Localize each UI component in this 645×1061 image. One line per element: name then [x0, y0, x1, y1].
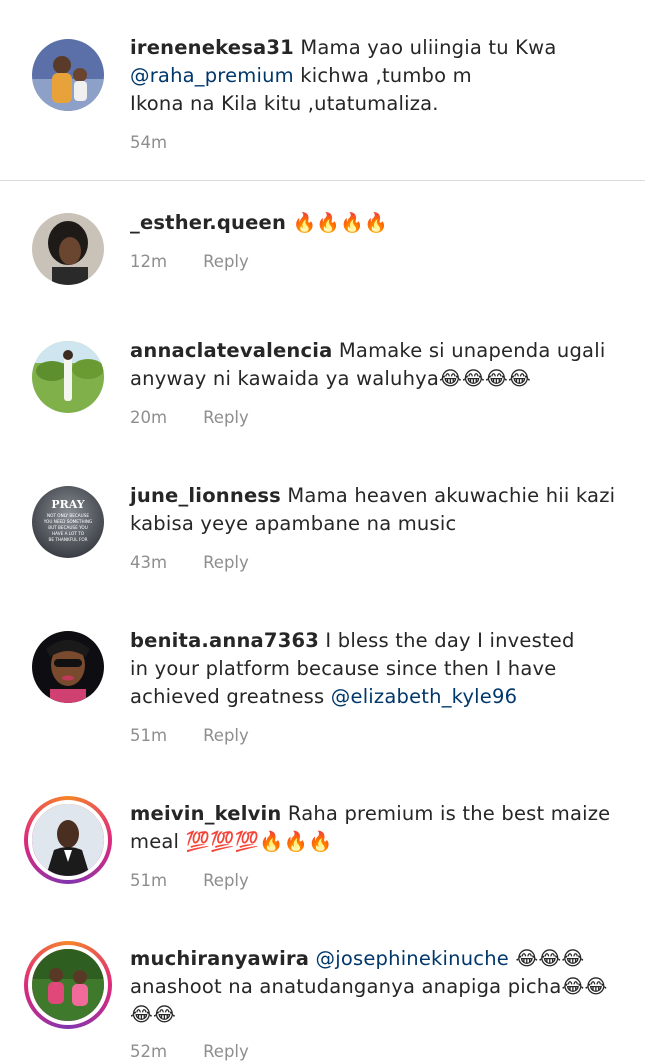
comment-text: irenenekesa31 Mama yao uliingia tu Kwa @…: [130, 34, 625, 118]
mention-link[interactable]: @josephinekinuche: [316, 947, 509, 970]
avatar-caption: BUT BECAUSE YOU: [48, 525, 88, 530]
avatar[interactable]: PRAY NOT ONLY BECAUSE YOU NEED SOMETHING…: [32, 486, 104, 558]
avatar-caption: NOT ONLY BECAUSE: [47, 513, 89, 518]
username-link[interactable]: meivin_kelvin: [130, 802, 282, 825]
reply-button[interactable]: Reply: [203, 871, 249, 890]
timestamp: 51m: [130, 871, 168, 890]
reply-button[interactable]: Reply: [203, 408, 249, 427]
comment-body: 🔥🔥🔥🔥: [292, 212, 388, 234]
comment-meta: 54m: [130, 133, 167, 152]
comment-text: _esther.queen 🔥🔥🔥🔥: [130, 209, 625, 237]
mention-link[interactable]: @elizabeth_kyle96: [331, 685, 517, 708]
comment-meta: 51m Reply: [130, 871, 249, 890]
timestamp: 43m: [130, 553, 168, 572]
comment-meta: 43m Reply: [130, 553, 249, 572]
comment-meta: 51m Reply: [130, 726, 249, 745]
avatar-story-ring[interactable]: [24, 941, 112, 1029]
mention-link[interactable]: @raha_premium: [130, 64, 294, 87]
avatar[interactable]: [32, 341, 104, 413]
username-link[interactable]: annaclatevalencia: [130, 339, 333, 362]
avatar-caption: HAVE A LOT TO: [52, 531, 85, 536]
avatar: [28, 800, 108, 880]
username-link[interactable]: _esther.queen: [130, 211, 286, 234]
comment-text: benita.anna7363 I bless the day I invest…: [130, 627, 625, 711]
comment-body: Mama yao uliingia tu Kwa: [300, 36, 557, 59]
divider: [0, 180, 645, 181]
comment-meta: 20m Reply: [130, 408, 249, 427]
username-link[interactable]: benita.anna7363: [130, 629, 319, 652]
comment-text: muchiranyawira @josephinekinuche 😂😂😂 ana…: [130, 945, 625, 1029]
avatar-caption: BE THANKFUL FOR: [48, 537, 87, 542]
timestamp: 12m: [130, 252, 168, 271]
timestamp: 54m: [130, 133, 168, 152]
avatar-caption: PRAY: [51, 498, 84, 511]
timestamp: 20m: [130, 408, 168, 427]
username-link[interactable]: june_lionness: [130, 484, 281, 507]
username-link[interactable]: irenenekesa31: [130, 36, 294, 59]
avatar-caption: YOU NEED SOMETHING: [43, 519, 93, 524]
reply-button[interactable]: Reply: [203, 726, 249, 745]
reply-button[interactable]: Reply: [203, 1042, 249, 1061]
avatar: [28, 945, 108, 1025]
timestamp: 52m: [130, 1042, 168, 1061]
username-link[interactable]: muchiranyawira: [130, 947, 309, 970]
timestamp: 51m: [130, 726, 168, 745]
comment-text: june_lionness Mama heaven akuwachie hii …: [130, 482, 625, 538]
comment-meta: 12m Reply: [130, 252, 249, 271]
comment-text: annaclatevalencia Mamake si unapenda uga…: [130, 337, 625, 393]
reply-button[interactable]: Reply: [203, 553, 249, 572]
avatar[interactable]: [32, 213, 104, 285]
avatar[interactable]: [32, 631, 104, 703]
comment-meta: 52m Reply: [130, 1042, 249, 1061]
avatar-story-ring[interactable]: [24, 796, 112, 884]
comment-text: meivin_kelvin Raha premium is the best m…: [130, 800, 625, 856]
avatar[interactable]: [32, 39, 104, 111]
reply-button[interactable]: Reply: [203, 252, 249, 271]
